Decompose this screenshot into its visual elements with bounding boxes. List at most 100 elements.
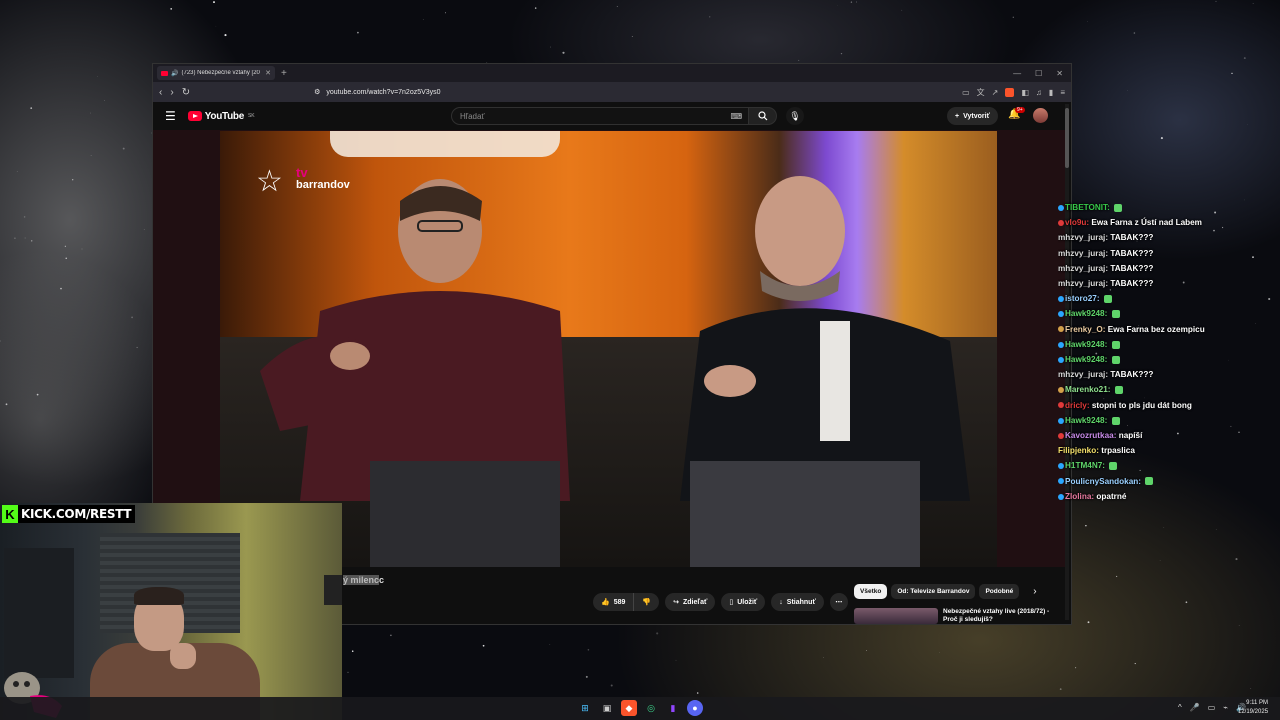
tray-display-icon[interactable]: ▭ [1208, 703, 1216, 712]
chat-emote-icon [1109, 462, 1118, 471]
translate-icon[interactable]: 文 [977, 87, 985, 98]
more-actions-button[interactable]: ⋯ [829, 593, 848, 611]
chat-username[interactable]: istoro27: [1065, 294, 1100, 303]
chat-username[interactable]: PoulicnySandokan: [1065, 477, 1141, 486]
search-button[interactable] [749, 107, 777, 125]
star [390, 634, 392, 637]
star [30, 240, 33, 242]
chat-text: opatrné [1096, 491, 1127, 501]
voice-search-button[interactable]: 🎙 [786, 107, 804, 125]
star [131, 316, 133, 319]
search-input[interactable]: Hľadať ⌨ [451, 107, 749, 125]
star [1163, 526, 1165, 528]
share-icon[interactable]: ↗ [992, 88, 999, 97]
star [122, 147, 125, 150]
star [585, 675, 588, 678]
extensions-icon[interactable]: ◧ [1021, 88, 1029, 97]
chat-username[interactable]: Frenky_O: [1065, 325, 1106, 334]
star [856, 1, 857, 3]
search-placeholder: Hľadať [460, 111, 485, 121]
chat-message: Filipjenko: trpaslica [1058, 443, 1280, 458]
chat-username[interactable]: Hawk9248: [1065, 309, 1107, 318]
task-view-icon[interactable]: ▣ [599, 700, 615, 716]
brave-shields-icon[interactable] [1005, 87, 1015, 97]
tray-chevron-icon[interactable]: ^ [1178, 703, 1182, 712]
sidebar-icon[interactable]: ▮ [1049, 88, 1053, 97]
streamer-hand [170, 643, 196, 669]
keyboard-icon[interactable]: ⌨ [730, 112, 742, 121]
star [24, 237, 26, 239]
rec-thumbnail[interactable] [854, 608, 938, 624]
chat-username[interactable]: vlo9u: [1065, 218, 1089, 227]
scrollbar-thumb[interactable] [1065, 108, 1069, 168]
chat-username[interactable]: Zlolina: [1065, 492, 1094, 501]
chip-related[interactable]: Podobné [979, 584, 1020, 599]
screen-icon[interactable]: ▭ [962, 88, 970, 97]
address-bar[interactable]: ⚙ youtube.com/watch?v=7n2oz5V3ys0 [308, 85, 748, 99]
save-button[interactable]: ▯ Uložiť [721, 593, 766, 611]
chat-badge-icon [1058, 417, 1064, 424]
chip-from-channel[interactable]: Od: Televize Barrandov [891, 584, 976, 599]
account-avatar[interactable] [1033, 108, 1048, 123]
discord-taskbar-icon[interactable]: ● [687, 700, 703, 716]
recommended-video[interactable]: Nebezpečné vztahy live (2018/72) - Proč … [854, 608, 1071, 624]
star [587, 649, 590, 651]
browser-tab[interactable]: 🔊 (723) Nebezpečné vztahy [20 ✕ [157, 66, 275, 80]
reload-icon[interactable]: ↻ [182, 87, 190, 98]
minimize-button[interactable]: — [1013, 69, 1021, 78]
tray-network-icon[interactable]: ⌁ [1223, 703, 1228, 712]
download-button[interactable]: ↓ Stiahnuť [771, 593, 824, 611]
chat-username[interactable]: mhzvy_juraj: [1058, 233, 1108, 242]
rec-title[interactable]: Nebezpečné vztahy live (2018/72) - Proč … [943, 608, 1053, 624]
share-arrow-icon: ↪ [673, 599, 679, 606]
chat-text: Ewa Farna bez ozempicu [1107, 324, 1205, 334]
video-player[interactable]: ☆ tv barrandov ✶ [220, 131, 997, 567]
chat-username[interactable]: Hawk9248: [1065, 416, 1107, 425]
windows-start-icon[interactable]: ⊞ [577, 700, 593, 716]
youtube-logo[interactable]: YouTube SK [187, 111, 255, 122]
new-tab-button[interactable]: + [281, 68, 287, 79]
chat-badge-icon [1058, 326, 1064, 333]
chat-username[interactable]: TIBETONIT: [1065, 203, 1110, 212]
share-button[interactable]: ↪ Zdieľať [665, 593, 716, 611]
chat-username[interactable]: dricly: [1065, 401, 1090, 410]
tray-mic-icon[interactable]: 🎤 [1190, 703, 1200, 712]
chat-message: Hawk9248: [1058, 337, 1280, 352]
chat-username[interactable]: Hawk9248: [1065, 340, 1107, 349]
chat-emote-icon [1111, 416, 1120, 425]
tab-close-icon[interactable]: ✕ [265, 69, 271, 77]
like-button[interactable]: 👍 589 [593, 593, 634, 611]
create-button[interactable]: + Vytvoriť [947, 107, 998, 125]
dislike-button[interactable]: 👎 [633, 593, 660, 611]
chat-username[interactable]: Filipjenko: [1058, 446, 1099, 455]
chat-username[interactable]: mhzvy_juraj: [1058, 249, 1108, 258]
chat-username[interactable]: Hawk9248: [1065, 355, 1107, 364]
chat-username[interactable]: Marenko21: [1065, 385, 1111, 394]
chat-username[interactable]: Kavozrutkaa: [1065, 431, 1116, 440]
menu-icon[interactable]: ≡ [1060, 88, 1065, 97]
star [64, 245, 66, 247]
site-info-icon[interactable]: ⚙ [314, 88, 320, 96]
chip-all[interactable]: Všetko [854, 584, 888, 599]
kick-url: KICK.COM/RESTT [21, 507, 132, 521]
star [90, 112, 91, 114]
star [422, 19, 424, 20]
chat-username[interactable]: H1TM4N7: [1065, 461, 1105, 470]
chat-message: vlo9u: Ewa Farna z Ústí nad Labem [1058, 215, 1280, 230]
guest-right [680, 176, 970, 567]
music-icon[interactable]: ♫ [1036, 88, 1042, 97]
chat-username[interactable]: mhzvy_juraj: [1058, 264, 1108, 273]
hamburger-menu-icon[interactable]: ☰ [165, 109, 176, 123]
taskbar-clock[interactable]: 9:11 PM 12/19/2025 [1238, 699, 1268, 717]
close-window-button[interactable]: ✕ [1056, 69, 1063, 78]
chevron-right-icon[interactable]: › [1033, 586, 1036, 597]
chat-emote-icon [1111, 310, 1120, 319]
maximize-button[interactable]: ☐ [1035, 69, 1042, 78]
chrome-taskbar-icon[interactable]: ◎ [643, 700, 659, 716]
brave-taskbar-icon[interactable]: ◆ [621, 700, 637, 716]
back-button[interactable]: ‹ [159, 87, 162, 98]
twitch-taskbar-icon[interactable]: ▮ [665, 700, 681, 716]
forward-button[interactable]: › [170, 87, 173, 98]
chat-username[interactable]: mhzvy_juraj: [1058, 370, 1108, 379]
chat-username[interactable]: mhzvy_juraj: [1058, 279, 1108, 288]
